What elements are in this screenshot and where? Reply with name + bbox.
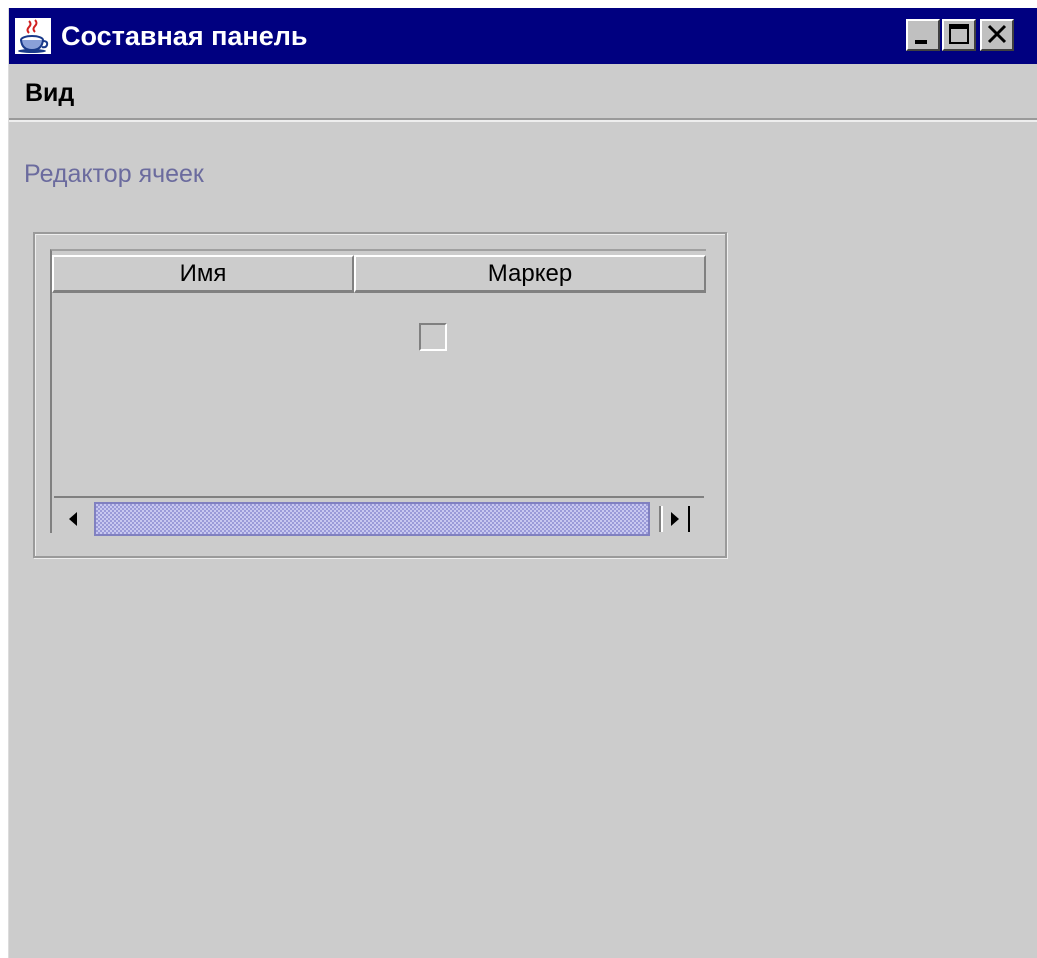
close-button[interactable] xyxy=(980,19,1014,51)
maximize-icon xyxy=(949,24,969,44)
close-icon xyxy=(987,24,1007,44)
title-bar[interactable]: Составная панель xyxy=(9,8,1037,64)
horizontal-scrollbar[interactable] xyxy=(54,496,704,538)
java-coffee-cup-icon[interactable] xyxy=(15,18,51,54)
arrow-left-icon xyxy=(69,512,77,526)
section-label: Редактор ячеек xyxy=(24,160,204,188)
window-title: Составная панель xyxy=(61,21,308,51)
table-scroll-pane: Имя Маркер xyxy=(50,249,706,536)
minimize-icon xyxy=(915,40,927,44)
menu-view[interactable]: Вид xyxy=(25,78,74,108)
marker-checkbox[interactable] xyxy=(419,323,447,351)
scroll-left-button[interactable] xyxy=(58,502,92,536)
scrollbar-thumb[interactable] xyxy=(94,502,650,536)
arrow-right-icon xyxy=(659,506,690,532)
column-header-marker[interactable]: Маркер xyxy=(354,255,706,293)
scroll-right-button[interactable] xyxy=(658,502,692,536)
maximize-button[interactable] xyxy=(942,19,976,51)
minimize-button[interactable] xyxy=(906,19,940,51)
column-header-name[interactable]: Имя xyxy=(52,255,354,293)
app-window: Составная панель Вид Редактор ячеек Имя … xyxy=(8,8,1037,958)
table-group-box: Имя Маркер xyxy=(33,232,727,558)
menu-bar: Вид xyxy=(9,64,1037,122)
